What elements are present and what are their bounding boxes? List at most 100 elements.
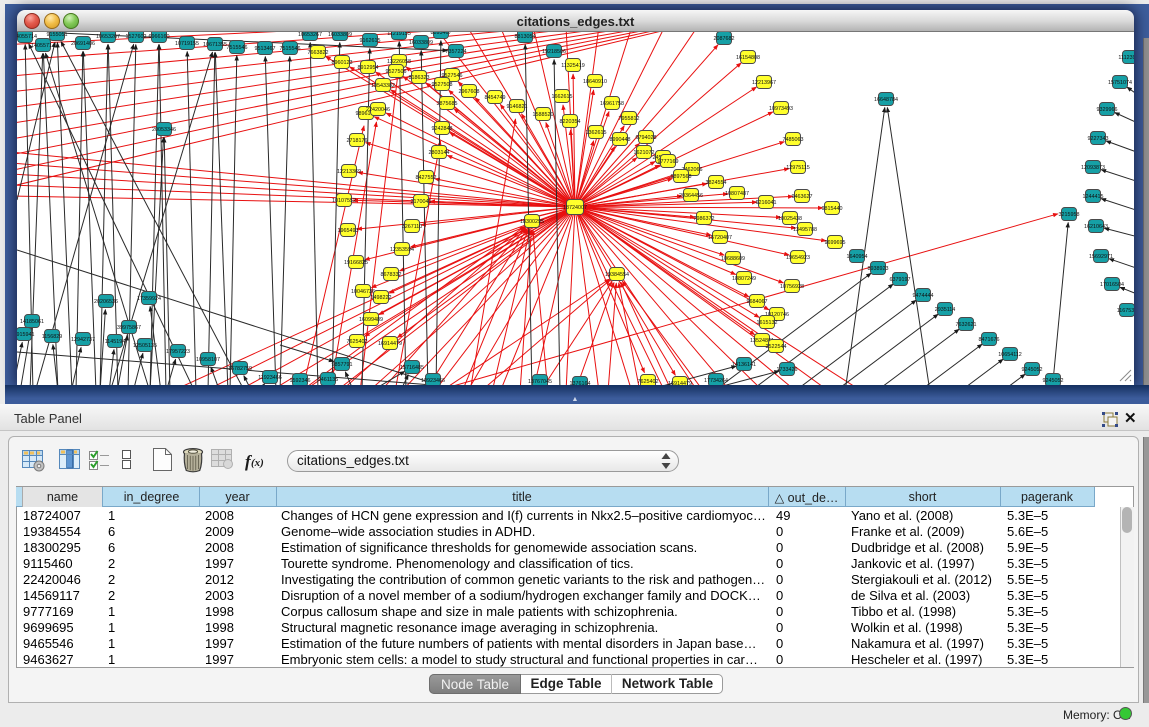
svg-text:9227343: 9227343 bbox=[1088, 136, 1109, 142]
svg-text:1498222: 1498222 bbox=[371, 295, 392, 301]
svg-text:2087682: 2087682 bbox=[714, 36, 735, 42]
svg-text:9474444: 9474444 bbox=[913, 293, 934, 299]
svg-text:16961758: 16961758 bbox=[600, 101, 624, 107]
svg-text:2522544: 2522544 bbox=[766, 344, 787, 350]
svg-text:8678332: 8678332 bbox=[381, 272, 402, 278]
svg-text:16914479: 16914479 bbox=[378, 341, 402, 347]
svg-text:8454749: 8454749 bbox=[485, 95, 506, 101]
svg-text:10923466: 10923466 bbox=[421, 378, 445, 384]
svg-text:8427552: 8427552 bbox=[416, 175, 437, 181]
svg-text:10756928: 10756928 bbox=[780, 284, 804, 290]
svg-text:8893467: 8893467 bbox=[431, 32, 452, 36]
svg-text:1592346: 1592346 bbox=[290, 378, 311, 384]
svg-text:9461135: 9461135 bbox=[318, 377, 339, 383]
svg-text:12213967: 12213967 bbox=[752, 80, 776, 86]
svg-text:6794028: 6794028 bbox=[636, 135, 657, 141]
svg-text:9155051: 9155051 bbox=[47, 32, 68, 38]
svg-text:12505135: 12505135 bbox=[133, 343, 157, 349]
svg-text:20691406: 20691406 bbox=[71, 41, 95, 47]
svg-text:3915941: 3915941 bbox=[17, 332, 35, 338]
svg-text:8938923: 8938923 bbox=[868, 266, 889, 272]
svg-text:18300295: 18300295 bbox=[520, 219, 544, 225]
svg-text:16033809: 16033809 bbox=[328, 32, 352, 38]
svg-text:8912954: 8912954 bbox=[358, 65, 379, 71]
svg-text:11923466: 11923466 bbox=[258, 375, 282, 381]
svg-text:1527602: 1527602 bbox=[126, 34, 147, 40]
svg-text:18807249: 18807249 bbox=[732, 276, 756, 282]
svg-text:8471676: 8471676 bbox=[979, 337, 1000, 343]
svg-text:9162615: 9162615 bbox=[360, 38, 381, 44]
svg-text:1362615: 1362615 bbox=[586, 130, 607, 136]
svg-text:10107552: 10107552 bbox=[332, 198, 356, 204]
svg-text:8813054: 8813054 bbox=[515, 34, 536, 40]
svg-text:20053346: 20053346 bbox=[152, 127, 176, 133]
svg-text:13226058: 13226058 bbox=[387, 59, 411, 65]
svg-text:39975867: 39975867 bbox=[117, 325, 141, 331]
svg-text:13767045: 13767045 bbox=[528, 379, 552, 385]
svg-text:13495788: 13495788 bbox=[793, 227, 817, 233]
svg-text:1640954: 1640954 bbox=[847, 254, 868, 260]
svg-text:10653267: 10653267 bbox=[96, 34, 120, 40]
svg-text:17359924: 17359924 bbox=[137, 296, 161, 302]
svg-text:1615132: 1615132 bbox=[757, 320, 778, 326]
svg-text:8960123: 8960123 bbox=[332, 60, 353, 66]
svg-text:2967608: 2967608 bbox=[459, 89, 480, 95]
svg-text:6897568: 6897568 bbox=[671, 174, 692, 180]
svg-text:2718176: 2718176 bbox=[347, 138, 368, 144]
svg-text:24055714: 24055714 bbox=[17, 34, 37, 40]
svg-text:17957223: 17957223 bbox=[166, 349, 190, 355]
svg-text:9857791: 9857791 bbox=[332, 362, 353, 368]
svg-text:15692971: 15692971 bbox=[1089, 254, 1113, 260]
svg-text:18640910: 18640910 bbox=[583, 79, 607, 85]
svg-text:6216041: 6216041 bbox=[756, 200, 777, 206]
svg-text:17734264: 17734264 bbox=[704, 378, 728, 384]
svg-text:8186323: 8186323 bbox=[409, 75, 430, 81]
svg-text:16154808: 16154808 bbox=[736, 55, 760, 61]
svg-text:10973493: 10973493 bbox=[769, 106, 793, 112]
svg-text:1965493: 1965493 bbox=[338, 228, 359, 234]
svg-text:7625402: 7625402 bbox=[638, 379, 659, 385]
svg-text:7485063: 7485063 bbox=[783, 137, 804, 143]
svg-text:17016504: 17016504 bbox=[1100, 282, 1124, 288]
svg-text:19218506: 19218506 bbox=[542, 49, 566, 55]
svg-text:9527508: 9527508 bbox=[432, 82, 453, 88]
svg-text:15716485: 15716485 bbox=[400, 365, 424, 371]
svg-text:2170041: 2170041 bbox=[411, 199, 432, 205]
svg-text:11219155: 11219155 bbox=[387, 32, 411, 37]
svg-text:9513467: 9513467 bbox=[255, 46, 276, 52]
svg-text:16033809: 16033809 bbox=[409, 40, 433, 46]
svg-text:3215958: 3215958 bbox=[1059, 212, 1080, 218]
svg-text:7515546: 7515546 bbox=[280, 46, 301, 52]
svg-text:6966160: 6966160 bbox=[149, 34, 170, 40]
svg-text:7955812: 7955812 bbox=[619, 116, 640, 122]
svg-text:9146821: 9146821 bbox=[507, 104, 528, 110]
svg-text:1156829: 1156829 bbox=[42, 334, 63, 340]
svg-text:7986372: 7986372 bbox=[694, 216, 715, 222]
svg-text:10654112: 10654112 bbox=[998, 352, 1022, 358]
svg-text:1145194: 1145194 bbox=[105, 339, 126, 345]
svg-text:2803144: 2803144 bbox=[429, 150, 450, 156]
svg-text:7625402: 7625402 bbox=[347, 339, 368, 345]
svg-text:12975115: 12975115 bbox=[786, 165, 810, 171]
svg-text:10807487: 10807487 bbox=[725, 191, 749, 197]
svg-text:7357224: 7357224 bbox=[446, 49, 467, 55]
svg-text:(x): (x) bbox=[251, 457, 264, 469]
svg-text:1244415: 1244415 bbox=[1083, 194, 1104, 200]
svg-text:20364456: 20364456 bbox=[679, 193, 703, 199]
svg-text:10958107: 10958107 bbox=[196, 357, 220, 363]
svg-text:19654923: 19654923 bbox=[786, 255, 810, 261]
svg-text:10719155: 10719155 bbox=[175, 41, 199, 47]
svg-text:8220354: 8220354 bbox=[560, 119, 581, 125]
svg-text:16648784: 16648784 bbox=[874, 97, 898, 103]
svg-text:1662615: 1662615 bbox=[552, 94, 573, 100]
svg-text:14136141: 14136141 bbox=[732, 362, 756, 368]
svg-text:9699695: 9699695 bbox=[825, 240, 846, 246]
svg-text:15720407: 15720407 bbox=[708, 235, 732, 241]
svg-text:1167533: 1167533 bbox=[1117, 308, 1134, 314]
svg-text:3824554: 3824554 bbox=[706, 180, 727, 186]
svg-text:15751074: 15751074 bbox=[1108, 80, 1132, 86]
svg-text:7663822: 7663822 bbox=[308, 50, 329, 56]
svg-text:16099489: 16099489 bbox=[359, 317, 383, 323]
svg-text:7632621: 7632621 bbox=[956, 322, 977, 328]
svg-text:9242848: 9242848 bbox=[432, 126, 453, 132]
